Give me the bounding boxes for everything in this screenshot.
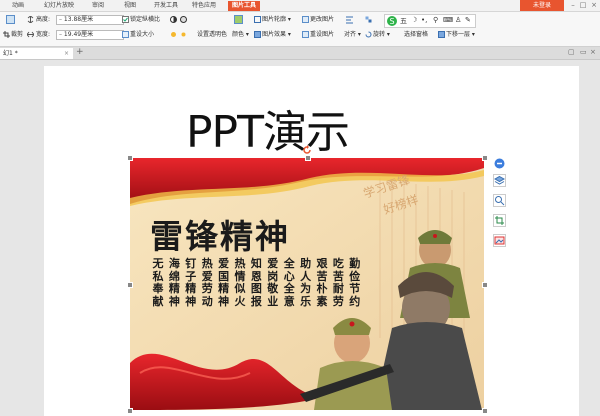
picture-outline-button[interactable]: 图片轮廓 ▾ [254,15,291,24]
change-picture-button[interactable]: 更改图片 [302,15,334,24]
poster-virtue-column: 勤俭节约 [349,257,361,308]
zoom-tool[interactable] [493,194,506,207]
close-icon[interactable]: × [589,0,599,11]
brightness-icon[interactable] [170,30,188,39]
ime-shirt-icon[interactable]: ♙ [455,16,461,24]
tab-close-icon[interactable]: × [64,48,69,59]
picture-tools-ribbon: 裁剪 高度: – 13.88厘米 宽度: – 19.49厘米 锁定纵横比 重设大… [0,12,600,47]
poster-virtue-column: 知恩图报 [250,257,262,308]
tab-review[interactable]: 审阅 [88,1,108,11]
poster-virtue-column: 钉子精神 [185,257,197,308]
poster-virtue-column: 爱岗敬业 [267,257,279,308]
lock-ratio-checkbox[interactable]: 锁定纵横比 [122,15,160,24]
resize-handle-top[interactable] [305,155,311,161]
zoom-icon [495,196,505,206]
comment-icon[interactable]: ▢ [568,48,575,56]
resize-handle-left[interactable] [127,282,133,288]
ime-keyboard-icon[interactable]: ⌨ [443,16,453,24]
slide-title[interactable]: PPT演示 [186,96,350,160]
picture-icon [494,236,505,245]
tab-animation[interactable]: 动画 [8,1,28,11]
height-label: 高度: [36,16,51,23]
ime-moon-icon[interactable]: ☽ [411,16,417,24]
color-button[interactable]: 颜色 ▾ [232,30,249,39]
tab-slideshow[interactable]: 幻灯片放映 [40,1,78,11]
poster-virtue-column: 全心全意 [283,257,295,308]
align-icon[interactable] [345,16,355,25]
tab-picture-tools[interactable]: 图片工具 [228,1,261,11]
poster-virtue-column: 无私奉献 [152,257,164,308]
sogou-s-icon[interactable]: S [387,16,397,26]
poster-virtue-column: 爱国精神 [218,257,230,308]
crop-tool[interactable] [493,214,506,227]
width-label: 宽度: [36,31,51,38]
picture-effect-button[interactable]: 图片效果 ▾ [254,30,291,39]
compress-icon[interactable] [6,15,16,24]
height-input[interactable]: – 13.88厘米 [56,15,124,25]
poster-heading: 雷锋精神 [150,217,290,256]
align-button[interactable]: 对齐 ▾ [344,30,361,39]
tab-view[interactable]: 视图 [120,1,140,11]
poster-virtue-column: 艰苦朴素 [316,257,328,308]
selection-pane-button[interactable]: 选择窗格 [404,30,428,39]
resize-handle-top-right[interactable] [482,155,488,161]
svg-text:S: S [389,17,394,26]
minimize-icon[interactable]: – [568,0,578,11]
tab-developer[interactable]: 开发工具 [150,1,182,11]
resize-handle-bottom-left[interactable] [127,408,133,414]
ime-mic-icon[interactable]: ⚲ [433,16,438,24]
input-method-bar: S 五 ☽ •, ⚲ ⌨ ♙ ✎ [384,14,476,28]
poster-virtue-column: 吃苦耐劳 [332,257,344,308]
set-transparent-button[interactable]: 设置透明色 [197,30,227,39]
reset-size-button[interactable]: 重设大小 [122,30,154,39]
group-icon[interactable] [365,15,373,24]
slide-picture[interactable]: 学习雷锋 好榜样 雷锋精神 无私奉献 海绵精神 钉子精神 热爱劳动 爱国精神 热情似火 知恩… [130,158,484,410]
layers-tool[interactable] [493,174,506,187]
layers-icon [493,175,506,185]
height-icon [27,16,34,23]
ime-dot-icon[interactable]: •, [421,16,427,24]
width-icon [27,31,34,38]
picture-tool[interactable] [493,234,506,247]
poster-virtue-column: 海绵精神 [168,257,180,308]
tab-special[interactable]: 特色应用 [188,1,220,11]
resize-handle-top-left[interactable] [127,155,133,161]
resize-handle-bottom-right[interactable] [482,408,488,414]
resize-handle-right[interactable] [482,282,488,288]
reset-picture-button[interactable]: 重设图片 [302,30,334,39]
send-backward-button[interactable]: 下移一层 ▾ [438,30,475,39]
ime-wrench-icon[interactable]: ✎ [465,16,471,24]
rotate-handle-icon[interactable] [302,145,312,155]
rotate-button[interactable]: 旋转 ▾ [365,30,390,39]
window-mode-icon[interactable]: ▭ [580,48,587,56]
crop-icon [495,216,504,225]
doc-close-icon[interactable]: × [590,48,596,56]
menu-tab-bar: 动画 幻灯片放映 审阅 视图 开发工具 特色应用 图片工具 未登录 – □ × [0,0,600,12]
crop-button[interactable]: 裁剪 [3,30,23,39]
new-tab-icon[interactable]: + [76,47,84,57]
maximize-icon[interactable]: □ [578,0,588,11]
ime-five-icon[interactable]: 五 [400,16,407,26]
color-icon[interactable] [234,15,244,24]
document-tab-bar: 幻1 * × + ▢ ▭ × [0,47,600,60]
width-input[interactable]: – 19.49厘米 [56,30,124,40]
poster-virtue-column: 热爱劳动 [201,257,213,308]
poster-virtue-column: 助人为乐 [300,257,312,308]
login-button[interactable]: 未登录 [520,0,564,11]
poster-virtue-column: 热情似火 [234,257,246,308]
collapse-tools-icon[interactable] [494,158,505,169]
document-tab[interactable]: 幻1 * × [0,48,73,59]
contrast-icon[interactable] [170,15,188,24]
